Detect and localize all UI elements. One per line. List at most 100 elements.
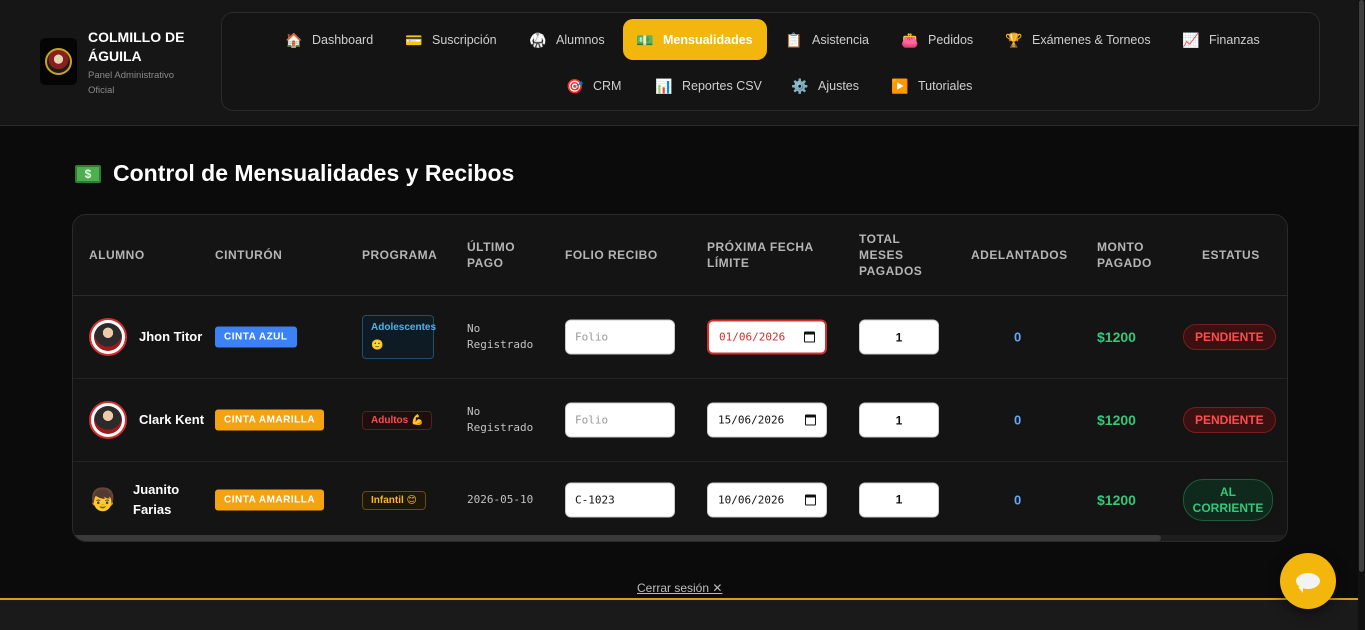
column-header-programa[interactable]: PROGRAMA (362, 247, 437, 263)
program-badge: Adultos 💪 (362, 411, 433, 430)
play-icon: ▶️ (891, 78, 909, 94)
brand-logo (40, 38, 77, 85)
brand[interactable]: COLMILLO DE ÁGUILA Panel Administrativo … (40, 28, 220, 98)
table-row: Jhon Titor CINTA AZUL Adolescentes 🙂 No … (73, 296, 1287, 379)
months-paid-input[interactable]: 1 (859, 402, 939, 438)
student-cell[interactable]: Jhon Titor (89, 318, 209, 356)
nav-item-finanzas[interactable]: 📈 Finanzas (1169, 20, 1274, 60)
avatar (89, 401, 127, 439)
chat-button[interactable] (1280, 553, 1336, 609)
column-header-alumno[interactable]: ALUMNO (89, 247, 145, 263)
main-nav: 🏠 Dashboard 💳 Suscripción 🥋 Alumnos 💵 Me… (221, 12, 1320, 111)
purse-icon: 👛 (901, 32, 919, 48)
nav-item-label: Asistencia (812, 33, 869, 47)
advanced-count: 0 (1014, 492, 1022, 507)
column-header-ultimo-pago[interactable]: ÚLTIMO PAGO (467, 239, 537, 271)
horizontal-scrollbar[interactable] (73, 535, 1287, 541)
payments-table: ALUMNO CINTURÓN PROGRAMA ÚLTIMO PAGO FOL… (72, 214, 1288, 542)
due-date-value: 01/06/2026 (719, 330, 786, 344)
nav-item-label: Alumnos (556, 33, 605, 47)
nav-item-reportes-csv[interactable]: 📊 Reportes CSV (642, 66, 776, 106)
folio-input[interactable]: Folio (565, 319, 675, 355)
avatar: 👦 (89, 486, 117, 512)
column-header-adelantados[interactable]: ADELANTADOS (971, 247, 1068, 263)
folio-input[interactable]: Folio (565, 402, 675, 438)
nav-item-asistencia[interactable]: 📋 Asistencia (772, 20, 883, 60)
vertical-scrollbar[interactable] (1358, 0, 1365, 630)
nav-item-label: Reportes CSV (682, 79, 762, 93)
student-name: Juanito Farias (133, 481, 180, 517)
home-icon: 🏠 (285, 32, 303, 48)
last-payment: No Registrado (467, 322, 534, 351)
status-badge[interactable]: PENDIENTE (1183, 407, 1276, 433)
uniform-icon: 🥋 (529, 32, 547, 48)
column-header-total-meses[interactable]: TOTAL MESES PAGADOS (859, 231, 939, 279)
brand-title: COLMILLO DE ÁGUILA (88, 29, 185, 64)
advanced-count: 0 (1014, 329, 1022, 345)
chart-up-icon: 📈 (1182, 32, 1200, 48)
money-icon: 💵 (636, 31, 654, 48)
top-header: COLMILLO DE ÁGUILA Panel Administrativo … (0, 0, 1358, 126)
target-icon: 🎯 (566, 78, 584, 94)
folio-input[interactable]: C-1023 (565, 482, 675, 517)
amount-paid: $1200 (1097, 412, 1136, 428)
program-badge: Adolescentes 🙂 (362, 315, 436, 359)
nav-item-mensualidades[interactable]: 💵 Mensualidades (623, 19, 767, 60)
table-header: ALUMNO CINTURÓN PROGRAMA ÚLTIMO PAGO FOL… (73, 215, 1287, 296)
nav-item-dashboard[interactable]: 🏠 Dashboard (272, 20, 387, 60)
scrollbar-thumb[interactable] (1359, 0, 1364, 572)
column-header-folio[interactable]: FOLIO RECIBO (565, 247, 658, 263)
column-header-monto[interactable]: MONTO PAGADO (1097, 239, 1167, 271)
nav-item-crm[interactable]: 🎯 CRM (553, 66, 635, 106)
months-paid-input[interactable]: 1 (859, 482, 939, 517)
due-date-value: 10/06/2026 (718, 493, 785, 506)
calendar-icon[interactable] (805, 414, 816, 426)
column-header-estatus[interactable]: ESTATUS (1202, 247, 1260, 263)
status-badge[interactable]: AL CORRIENTE (1183, 478, 1273, 521)
belt-badge: CINTA AZUL (215, 326, 297, 348)
due-date-input[interactable]: 01/06/2026 (707, 319, 827, 355)
nav-item-label: Ajustes (818, 79, 859, 93)
column-header-proxima-fecha[interactable]: PRÓXIMA FECHA LÍMITE (707, 239, 827, 271)
status-badge[interactable]: PENDIENTE (1183, 324, 1276, 350)
nav-item-label: CRM (593, 79, 622, 93)
gear-icon: ⚙️ (791, 78, 809, 94)
student-name: Clark Kent (139, 412, 205, 427)
last-payment: No Registrado (467, 405, 534, 434)
nav-item-label: Dashboard (312, 33, 374, 47)
nav-item-label: Suscripción (432, 33, 497, 47)
amount-paid: $1200 (1097, 329, 1136, 345)
page-title: $ Control de Mensualidades y Recibos (75, 160, 514, 187)
calendar-icon[interactable] (805, 494, 816, 505)
student-cell[interactable]: Clark Kent (89, 401, 209, 439)
table-row: Clark Kent CINTA AMARILLA Adultos 💪 No R… (73, 379, 1287, 462)
chat-bubble-icon (1296, 573, 1320, 593)
belt-badge: CINTA AMARILLA (215, 489, 325, 510)
student-cell[interactable]: 👦 Juanito Farias (89, 480, 203, 520)
nav-item-ajustes[interactable]: ⚙️ Ajustes (778, 66, 873, 106)
scrollbar-thumb[interactable] (73, 535, 1161, 541)
money-icon: $ (75, 164, 101, 183)
logout-link[interactable]: Cerrar sesión ✕ (637, 581, 722, 595)
nav-item-examenes-torneos[interactable]: 🏆 Exámenes & Torneos (992, 20, 1165, 60)
nav-item-label: Exámenes & Torneos (1032, 33, 1151, 47)
months-paid-input[interactable]: 1 (859, 319, 939, 355)
footer-bar (0, 600, 1358, 630)
due-date-input[interactable]: 10/06/2026 (707, 482, 827, 517)
calendar-icon[interactable] (804, 331, 815, 343)
clipboard-icon: 📋 (785, 32, 803, 48)
last-payment: 2026-05-10 (467, 492, 534, 506)
trophy-icon: 🏆 (1005, 32, 1023, 48)
nav-item-tutoriales[interactable]: ▶️ Tutoriales (878, 66, 986, 106)
avatar (89, 318, 127, 356)
nav-item-pedidos[interactable]: 👛 Pedidos (888, 20, 987, 60)
column-header-cinturon[interactable]: CINTURÓN (215, 247, 282, 263)
nav-item-label: Mensualidades (663, 32, 753, 47)
due-date-value: 15/06/2026 (718, 413, 785, 427)
nav-item-alumnos[interactable]: 🥋 Alumnos (516, 20, 619, 60)
nav-item-label: Pedidos (928, 33, 974, 47)
nav-item-suscripcion[interactable]: 💳 Suscripción (392, 20, 511, 60)
due-date-input[interactable]: 15/06/2026 (707, 402, 827, 438)
student-name: Jhon Titor (139, 329, 203, 344)
brand-subtitle: Panel Administrativo Oficial (88, 70, 175, 96)
